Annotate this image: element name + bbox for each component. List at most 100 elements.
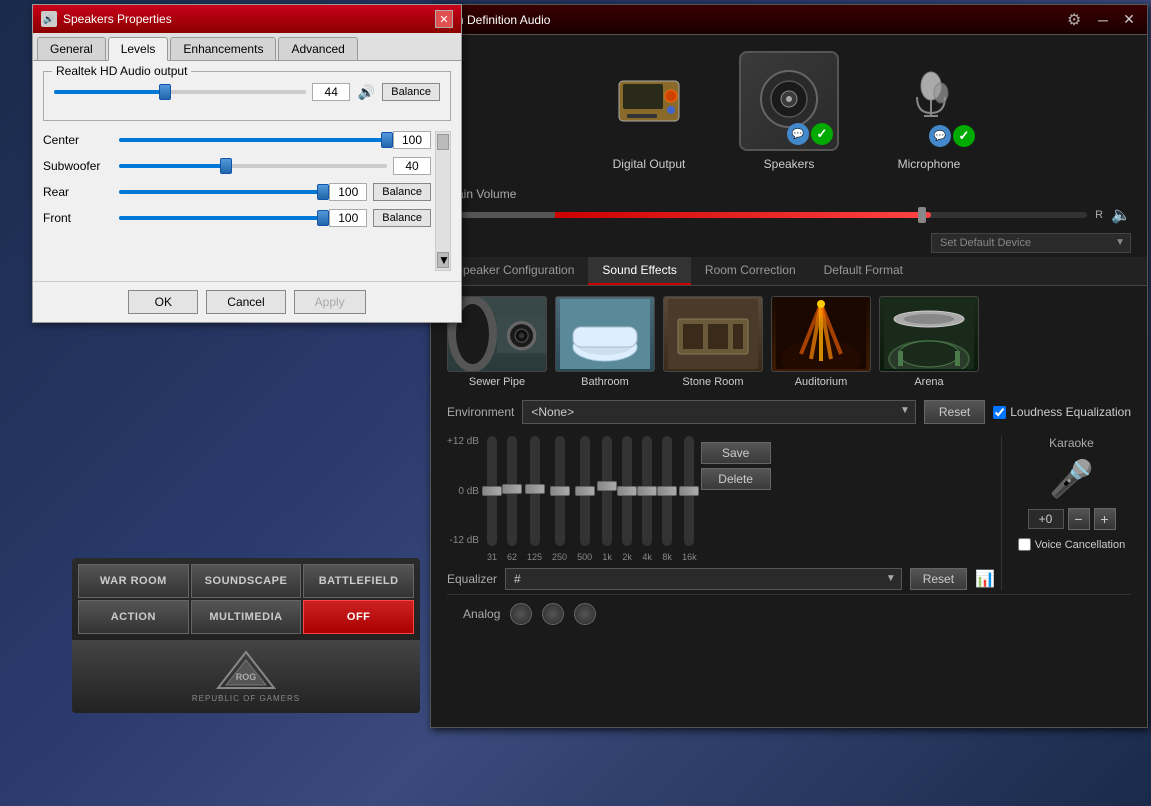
fader-thumb-4k[interactable] bbox=[637, 486, 657, 496]
rog-tagline: REPUBLIC OF GAMERS bbox=[192, 694, 300, 703]
front-balance-button[interactable]: Balance bbox=[373, 209, 431, 227]
main-volume-track[interactable] bbox=[54, 90, 306, 94]
voice-cancel-checkbox[interactable] bbox=[1018, 538, 1031, 551]
tab-general[interactable]: General bbox=[37, 37, 106, 60]
fader-track-1k[interactable] bbox=[602, 436, 612, 546]
fader-thumb-16k[interactable] bbox=[679, 486, 699, 496]
speakers-app-icon: 🔊 bbox=[41, 11, 57, 27]
fader-track-250hz[interactable] bbox=[555, 436, 565, 546]
env-thumb-auditorium[interactable]: Auditorium bbox=[771, 296, 871, 388]
sound-effects-content: Sewer Pipe Bathroom bbox=[431, 286, 1147, 643]
environment-select[interactable]: <None> bbox=[522, 400, 916, 424]
cancel-button[interactable]: Cancel bbox=[206, 290, 285, 314]
delete-button[interactable]: Delete bbox=[701, 468, 771, 490]
scrollbar[interactable]: ▼ bbox=[435, 131, 451, 271]
volume-track[interactable] bbox=[461, 212, 1087, 218]
main-volume-value: 44 bbox=[312, 83, 350, 101]
fader-track-31hz[interactable] bbox=[487, 436, 497, 546]
freq-62hz: 62 bbox=[507, 552, 517, 562]
speakers-close-button[interactable]: ✕ bbox=[435, 10, 453, 28]
env-thumb-arena[interactable]: Arena bbox=[879, 296, 979, 388]
close-button[interactable]: ✕ bbox=[1119, 10, 1139, 30]
loudness-eq-checkbox[interactable] bbox=[993, 406, 1006, 419]
analog-circle-1[interactable] bbox=[510, 603, 532, 625]
device-digital-output[interactable]: Digital Output bbox=[599, 51, 699, 171]
fader-track-500hz[interactable] bbox=[580, 436, 590, 546]
karaoke-decrement-button[interactable]: − bbox=[1068, 508, 1090, 530]
subwoofer-track[interactable] bbox=[119, 164, 387, 168]
fader-62hz: 62 bbox=[507, 436, 517, 562]
tab-room-correction[interactable]: Room Correction bbox=[691, 257, 810, 285]
ok-button[interactable]: OK bbox=[128, 290, 198, 314]
device-speakers[interactable]: 💬 ✓ Speakers bbox=[739, 51, 839, 171]
env-thumb-sewer-pipe[interactable]: Sewer Pipe bbox=[447, 296, 547, 388]
fader-thumb-8k[interactable] bbox=[657, 486, 677, 496]
rog-off-button[interactable]: OFF bbox=[303, 600, 414, 634]
eq-reset-button[interactable]: Reset bbox=[910, 568, 967, 590]
fader-thumb-31hz[interactable] bbox=[482, 486, 502, 496]
tab-advanced[interactable]: Advanced bbox=[278, 37, 357, 60]
front-value: 100 bbox=[329, 209, 367, 227]
analog-circle-2[interactable] bbox=[542, 603, 564, 625]
db-labels: +12 dB 0 dB -12 dB bbox=[447, 436, 483, 546]
fader-track-62hz[interactable] bbox=[507, 436, 517, 546]
tab-levels[interactable]: Levels bbox=[108, 37, 169, 61]
env-thumb-bathroom[interactable]: Bathroom bbox=[555, 296, 655, 388]
fader-track-16k[interactable] bbox=[684, 436, 694, 546]
eq-main: +12 dB 0 dB -12 dB 31 bbox=[447, 436, 995, 590]
env-img-arena bbox=[879, 296, 979, 372]
rog-multimedia-button[interactable]: MULTIMEDIA bbox=[191, 600, 302, 634]
fader-track-125hz[interactable] bbox=[530, 436, 540, 546]
center-track[interactable] bbox=[119, 138, 387, 142]
hda-titlebar: High Definition Audio ⚙ ─ ✕ bbox=[431, 5, 1147, 35]
tab-sound-effects[interactable]: Sound Effects bbox=[588, 257, 691, 285]
channel-sliders: Center 100 Subwoofer 40 bbox=[43, 131, 431, 271]
tab-speaker-config[interactable]: Speaker Configuration bbox=[441, 257, 588, 285]
analog-circle-3[interactable] bbox=[574, 603, 596, 625]
front-row: Front 100 Balance bbox=[43, 209, 431, 227]
rear-balance-button[interactable]: Balance bbox=[373, 183, 431, 201]
main-balance-button[interactable]: Balance bbox=[382, 83, 440, 101]
rear-track[interactable] bbox=[119, 190, 323, 194]
rog-soundscape-button[interactable]: SOUNDSCAPE bbox=[191, 564, 302, 598]
freq-125hz: 125 bbox=[527, 552, 542, 562]
fader-track-2k[interactable] bbox=[622, 436, 632, 546]
voice-cancel-label[interactable]: Voice Cancellation bbox=[1018, 538, 1126, 551]
settings-icon[interactable]: ⚙ bbox=[1067, 10, 1087, 30]
fader-thumb-1k[interactable] bbox=[597, 481, 617, 491]
bathroom-visual bbox=[560, 299, 650, 369]
rog-battlefield-button[interactable]: BATTLEFIELD bbox=[303, 564, 414, 598]
subwoofer-value: 40 bbox=[393, 157, 431, 175]
env-thumb-stone-room[interactable]: Stone Room bbox=[663, 296, 763, 388]
fader-thumb-2k[interactable] bbox=[617, 486, 637, 496]
device-microphone[interactable]: 💬 ✓ Microphone bbox=[879, 51, 979, 171]
mute-icon[interactable]: 🔈 bbox=[1111, 205, 1131, 225]
eq-bars-icon[interactable]: 📊 bbox=[975, 569, 995, 589]
center-row: Center 100 bbox=[43, 131, 431, 149]
fader-track-8k[interactable] bbox=[662, 436, 672, 546]
fader-thumb-500hz[interactable] bbox=[575, 486, 595, 496]
rear-value: 100 bbox=[329, 183, 367, 201]
rog-warroom-button[interactable]: WAR ROOM bbox=[78, 564, 189, 598]
tab-default-format[interactable]: Default Format bbox=[810, 257, 917, 285]
fader-thumb-62hz[interactable] bbox=[502, 484, 522, 494]
rog-action-button[interactable]: ACTION bbox=[78, 600, 189, 634]
environment-row: Environment <None> ▼ Reset Loudness Equa… bbox=[447, 400, 1131, 424]
apply-button[interactable]: Apply bbox=[294, 290, 366, 314]
loudness-eq-label[interactable]: Loudness Equalization bbox=[993, 405, 1131, 419]
mute-button[interactable]: 🔊 bbox=[356, 82, 376, 102]
eq-preset-select[interactable]: # bbox=[505, 568, 902, 590]
default-device-select[interactable]: Set Default Device bbox=[931, 233, 1131, 253]
fader-track-4k[interactable] bbox=[642, 436, 652, 546]
environment-reset-button[interactable]: Reset bbox=[924, 400, 985, 424]
tab-enhancements[interactable]: Enhancements bbox=[170, 37, 276, 60]
front-track[interactable] bbox=[119, 216, 323, 220]
save-button[interactable]: Save bbox=[701, 442, 771, 464]
rear-label: Rear bbox=[43, 185, 113, 199]
rog-logo-svg: ROG bbox=[216, 650, 276, 690]
karaoke-increment-button[interactable]: + bbox=[1094, 508, 1116, 530]
minimize-button[interactable]: ─ bbox=[1093, 10, 1113, 30]
fader-thumb-250hz[interactable] bbox=[550, 486, 570, 496]
fader-thumb-125hz[interactable] bbox=[525, 484, 545, 494]
eq-text-label: Equalizer bbox=[447, 572, 497, 586]
